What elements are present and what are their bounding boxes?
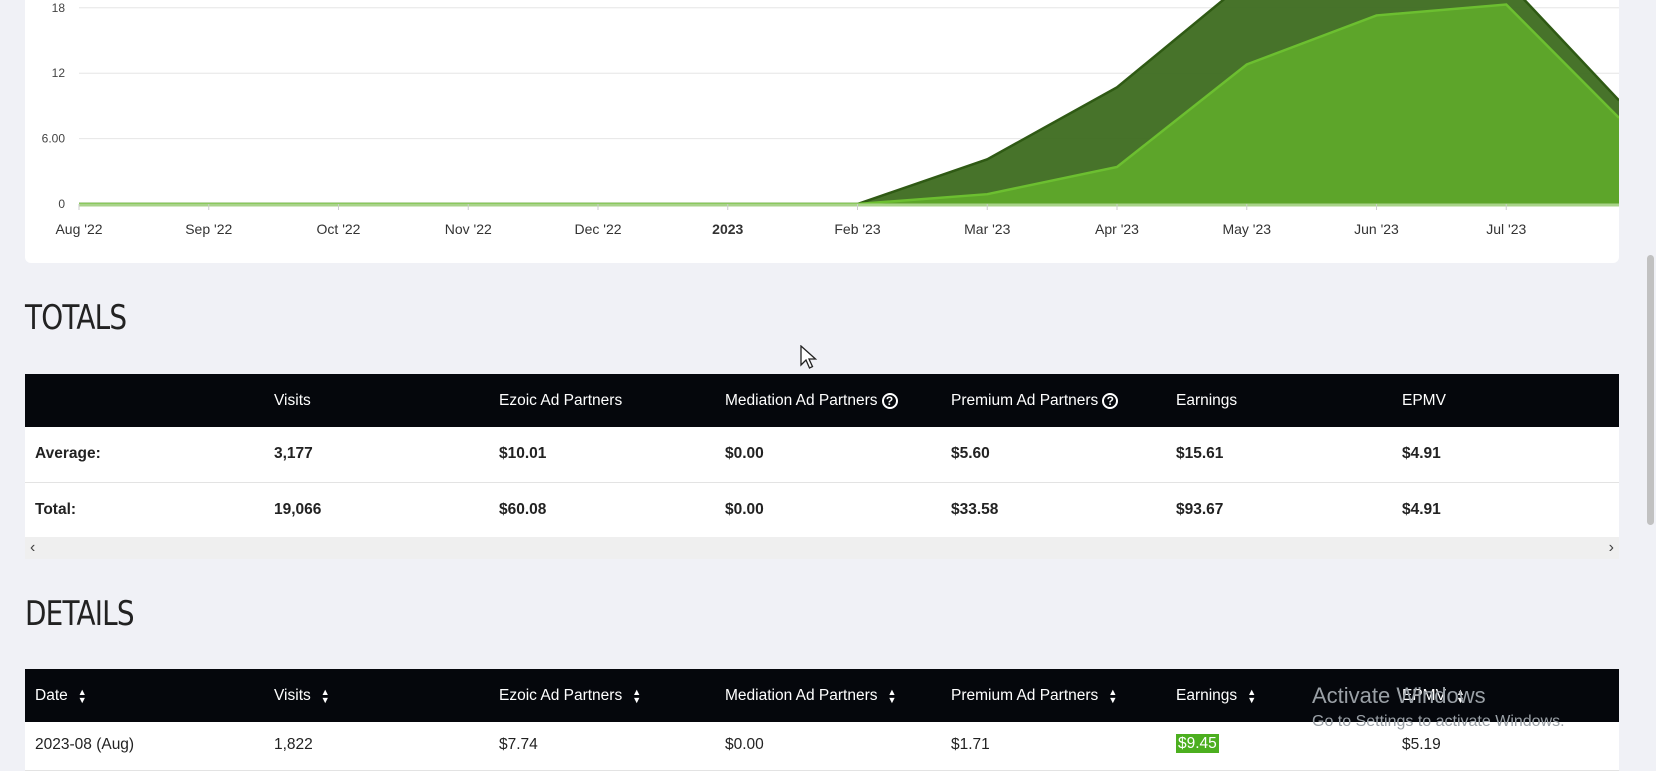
- sort-icon[interactable]: ▲ ▼: [1108, 687, 1117, 704]
- cell-epmv: $4.91: [1402, 501, 1441, 518]
- cell-epmv: $4.91: [1402, 445, 1441, 462]
- cell-ezoic: $10.01: [499, 445, 547, 462]
- y-tick-label: 0: [58, 197, 65, 211]
- row-label: Total:: [35, 501, 77, 518]
- x-tick-label: Mar '23: [964, 221, 1010, 237]
- totals-header-row: Visits Ezoic Ad Partners Mediation Ad Pa…: [25, 374, 1619, 427]
- details-col-date[interactable]: Date ▲ ▼: [35, 669, 87, 722]
- cell-mediation: $0.00: [725, 445, 764, 462]
- cell-visits: 3,177: [274, 445, 313, 462]
- cell-premium: $5.60: [951, 445, 990, 462]
- page-vertical-scrollbar[interactable]: [1644, 0, 1656, 770]
- sort-icon[interactable]: ▲ ▼: [321, 687, 330, 704]
- totals-title: TOTALS: [25, 298, 127, 338]
- details-col-visits[interactable]: Visits ▲ ▼: [274, 669, 330, 722]
- earnings-chart-card: 0 6.00 12 18 Aug '22 Sep '22 Oct '22 Nov '22 Dec…: [25, 0, 1619, 263]
- x-tick-label: Dec '22: [574, 221, 621, 237]
- cell-earnings: $15.61: [1176, 445, 1224, 462]
- y-tick-label: 6.00: [42, 132, 66, 146]
- x-tick-label: Jul '23: [1486, 221, 1526, 237]
- x-tick-label: May '23: [1222, 221, 1271, 237]
- x-tick-label: Feb '23: [834, 221, 880, 237]
- x-tick-label: Aug '22: [55, 221, 102, 237]
- cell-earnings: $93.67: [1176, 501, 1224, 518]
- x-tick-label: 2023: [712, 221, 743, 237]
- details-col-epmv[interactable]: EPMV ▲ ▼: [1402, 669, 1465, 722]
- x-tick-label: Nov '22: [445, 221, 492, 237]
- sort-icon[interactable]: ▲ ▼: [1456, 687, 1465, 704]
- row-label: Average:: [35, 445, 101, 462]
- totals-row-average: Average: 3,177 $10.01 $0.00 $5.60 $15.61…: [25, 427, 1619, 483]
- table-row: 2023-08 (Aug) 1,822 $7.74 $0.00 $1.71 $9…: [25, 722, 1619, 771]
- totals-col-epmv: EPMV: [1402, 392, 1446, 409]
- totals-col-visits: Visits: [274, 392, 311, 409]
- totals-col-ezoic: Ezoic Ad Partners: [499, 392, 623, 409]
- totals-row-total: Total: 19,066 $60.08 $0.00 $33.58 $93.67…: [25, 483, 1619, 537]
- details-col-ezoic[interactable]: Ezoic Ad Partners ▲ ▼: [499, 669, 641, 722]
- x-tick-label: Jun '23: [1354, 221, 1399, 237]
- scroll-left-icon[interactable]: ‹: [30, 537, 35, 559]
- help-icon[interactable]: ?: [881, 392, 898, 409]
- details-col-mediation[interactable]: Mediation Ad Partners ▲ ▼: [725, 669, 896, 722]
- sort-icon[interactable]: ▲ ▼: [78, 687, 87, 704]
- totals-table: Visits Ezoic Ad Partners Mediation Ad Pa…: [25, 374, 1619, 559]
- details-col-premium[interactable]: Premium Ad Partners ▲ ▼: [951, 669, 1117, 722]
- scrollbar-thumb[interactable]: [1647, 255, 1654, 525]
- x-tick-label: Oct '22: [317, 221, 361, 237]
- details-col-earnings[interactable]: Earnings ▲ ▼: [1176, 669, 1256, 722]
- cell-earnings: $9.45: [1176, 734, 1219, 753]
- earnings-area-chart: 0 6.00 12 18 Aug '22 Sep '22 Oct '22 Nov '22 Dec…: [42, 0, 1619, 237]
- mouse-cursor-icon: [800, 345, 818, 369]
- totals-col-mediation: Mediation Ad Partners?: [725, 374, 898, 427]
- scroll-right-icon[interactable]: ›: [1609, 537, 1614, 559]
- y-tick-label: 18: [52, 1, 66, 15]
- totals-col-earnings: Earnings: [1176, 392, 1238, 409]
- cell-mediation: $0.00: [725, 736, 764, 753]
- details-table: Date ▲ ▼ Visits ▲ ▼ Ezoic Ad Partners ▲ ▼ Medi…: [25, 669, 1619, 771]
- help-icon[interactable]: ?: [1102, 392, 1119, 409]
- cell-ezoic: $7.74: [499, 736, 538, 753]
- sort-icon[interactable]: ▲ ▼: [888, 687, 897, 704]
- cell-premium: $33.58: [951, 501, 999, 518]
- cell-premium: $1.71: [951, 736, 990, 753]
- cell-epmv: $5.19: [1402, 736, 1441, 753]
- cell-date: 2023-08 (Aug): [35, 736, 135, 753]
- area-series-0: [79, 4, 1619, 205]
- y-tick-label: 12: [52, 66, 66, 80]
- x-tick-label: Sep '22: [185, 221, 232, 237]
- sort-icon[interactable]: ▲ ▼: [1247, 687, 1256, 704]
- x-tick-label: Apr '23: [1095, 221, 1139, 237]
- details-header-row: Date ▲ ▼ Visits ▲ ▼ Ezoic Ad Partners ▲ ▼ Medi…: [25, 669, 1619, 722]
- details-title: DETAILS: [25, 594, 135, 634]
- cell-mediation: $0.00: [725, 501, 764, 518]
- cell-visits: 1,822: [274, 736, 313, 753]
- sort-icon[interactable]: ▲ ▼: [632, 687, 641, 704]
- totals-horizontal-scrollbar[interactable]: ‹ ›: [25, 537, 1619, 559]
- cell-visits: 19,066: [274, 501, 322, 518]
- totals-col-premium: Premium Ad Partners?: [951, 374, 1119, 427]
- cell-ezoic: $60.08: [499, 501, 547, 518]
- earnings-highlight: $9.45: [1176, 734, 1219, 753]
